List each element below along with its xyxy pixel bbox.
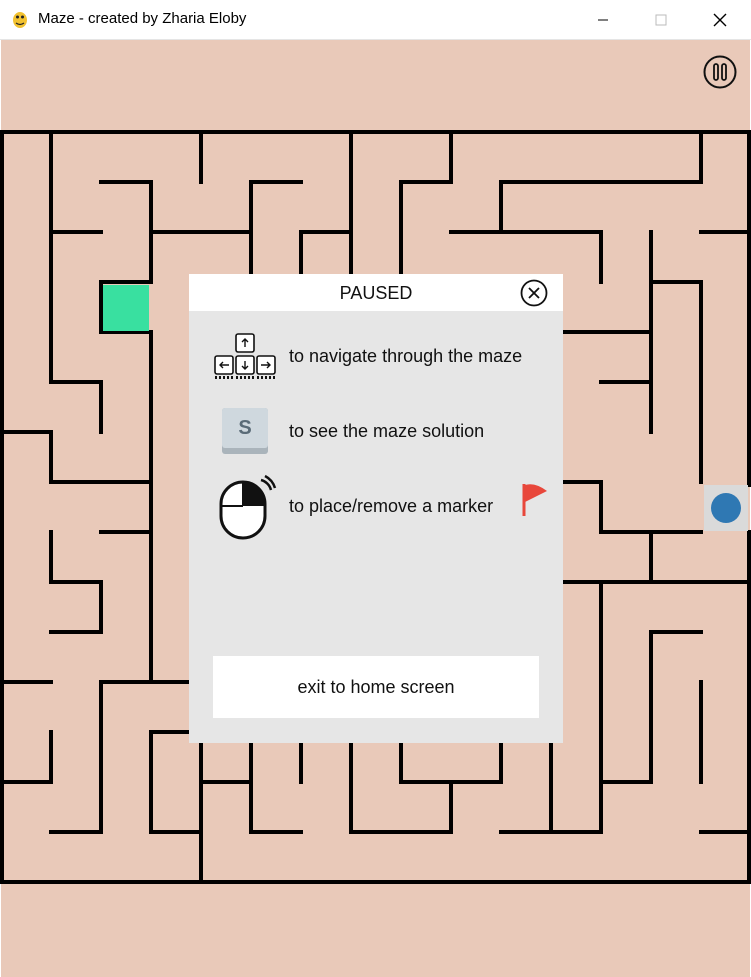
- player-marker: [711, 493, 741, 523]
- dialog-header: PAUSED: [189, 274, 563, 311]
- s-key-icon: S: [222, 408, 268, 454]
- instruction-solution: to see the maze solution: [289, 421, 485, 441]
- pause-dialog: PAUSED to navigate through the maze S to…: [189, 274, 563, 743]
- arrow-keys-icon: [214, 333, 276, 379]
- exit-to-home-button[interactable]: exit to home screen: [213, 656, 539, 718]
- s-key-label: S: [222, 408, 268, 448]
- dialog-title: PAUSED: [339, 283, 413, 303]
- instruction-navigate: to navigate through the maze: [289, 346, 523, 366]
- mouse-right-click-icon: [219, 474, 277, 540]
- red-flag-icon: [522, 484, 547, 516]
- maze-start-cell: [103, 285, 149, 331]
- close-dialog-button[interactable]: [520, 279, 548, 307]
- instruction-marker: to place/remove a marker: [289, 496, 494, 516]
